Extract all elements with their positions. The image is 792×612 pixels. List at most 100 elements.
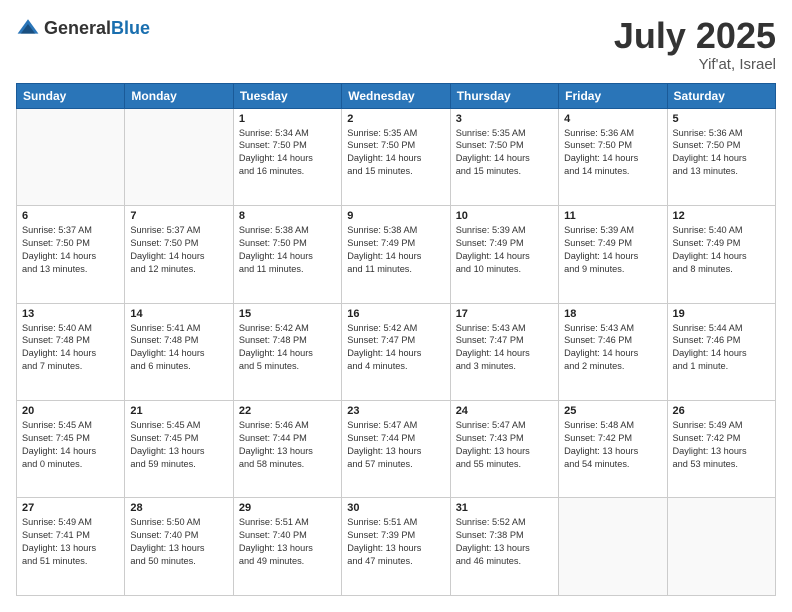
- day-number: 20: [22, 405, 119, 417]
- day-info: Sunrise: 5:40 AMSunset: 7:49 PMDaylight:…: [673, 224, 770, 276]
- day-number: 28: [130, 502, 227, 514]
- day-info: Sunrise: 5:37 AMSunset: 7:50 PMDaylight:…: [130, 224, 227, 276]
- day-number: 15: [239, 308, 336, 320]
- table-row: 27 Sunrise: 5:49 AMSunset: 7:41 PMDayligh…: [17, 498, 125, 596]
- table-row: 12 Sunrise: 5:40 AMSunset: 7:49 PMDayligh…: [667, 206, 775, 303]
- day-info: Sunrise: 5:44 AMSunset: 7:46 PMDaylight:…: [673, 322, 770, 374]
- day-info: Sunrise: 5:45 AMSunset: 7:45 PMDaylight:…: [130, 419, 227, 471]
- day-number: 29: [239, 502, 336, 514]
- table-row: 21 Sunrise: 5:45 AMSunset: 7:45 PMDayligh…: [125, 401, 233, 498]
- table-row: 13Sunrise: 5:40 AMSunset: 7:48 PMDayligh…: [17, 303, 125, 400]
- month-title: July 2025: [614, 16, 776, 56]
- calendar-week-2: 6Sunrise: 5:37 AMSunset: 7:50 PMDaylight…: [17, 206, 776, 303]
- day-info: Sunrise: 5:51 AMSunset: 7:39 PMDaylight:…: [347, 516, 444, 568]
- day-number: 30: [347, 502, 444, 514]
- table-row: 1 Sunrise: 5:34 AMSunset: 7:50 PMDaylight…: [233, 108, 341, 205]
- header: GeneralBlue July 2025 Yif'at, Israel: [16, 16, 776, 73]
- day-number: 14: [130, 308, 227, 320]
- day-info: Sunrise: 5:51 AMSunset: 7:40 PMDaylight:…: [239, 516, 336, 568]
- day-info: Sunrise: 5:36 AMSunset: 7:50 PMDaylight:…: [673, 127, 770, 179]
- day-info: Sunrise: 5:47 AMSunset: 7:44 PMDaylight:…: [347, 419, 444, 471]
- table-row: 7Sunrise: 5:37 AMSunset: 7:50 PMDaylight…: [125, 206, 233, 303]
- day-number: 10: [456, 210, 553, 222]
- day-info: Sunrise: 5:52 AMSunset: 7:38 PMDaylight:…: [456, 516, 553, 568]
- day-info: Sunrise: 5:42 AMSunset: 7:48 PMDaylight:…: [239, 322, 336, 374]
- day-info: Sunrise: 5:39 AMSunset: 7:49 PMDaylight:…: [564, 224, 661, 276]
- table-row: 14 Sunrise: 5:41 AMSunset: 7:48 PMDayligh…: [125, 303, 233, 400]
- day-number: 19: [673, 308, 770, 320]
- table-row: 24 Sunrise: 5:47 AMSunset: 7:43 PMDayligh…: [450, 401, 558, 498]
- logo-icon: [16, 16, 40, 40]
- table-row: 2 Sunrise: 5:35 AMSunset: 7:50 PMDaylight…: [342, 108, 450, 205]
- day-number: 25: [564, 405, 661, 417]
- day-number: 5: [673, 113, 770, 125]
- calendar-week-5: 27 Sunrise: 5:49 AMSunset: 7:41 PMDayligh…: [17, 498, 776, 596]
- table-row: 28Sunrise: 5:50 AMSunset: 7:40 PMDayligh…: [125, 498, 233, 596]
- logo-blue: Blue: [111, 18, 150, 38]
- col-saturday: Saturday: [667, 83, 775, 108]
- table-row: [667, 498, 775, 596]
- day-info: Sunrise: 5:43 AMSunset: 7:47 PMDaylight:…: [456, 322, 553, 374]
- table-row: 16Sunrise: 5:42 AMSunset: 7:47 PMDayligh…: [342, 303, 450, 400]
- table-row: [125, 108, 233, 205]
- table-row: 17 Sunrise: 5:43 AMSunset: 7:47 PMDayligh…: [450, 303, 558, 400]
- day-info: Sunrise: 5:49 AMSunset: 7:42 PMDaylight:…: [673, 419, 770, 471]
- table-row: 4 Sunrise: 5:36 AMSunset: 7:50 PMDaylight…: [559, 108, 667, 205]
- day-number: 31: [456, 502, 553, 514]
- day-number: 8: [239, 210, 336, 222]
- day-info: Sunrise: 5:47 AMSunset: 7:43 PMDaylight:…: [456, 419, 553, 471]
- table-row: 8 Sunrise: 5:38 AMSunset: 7:50 PMDaylight…: [233, 206, 341, 303]
- table-row: 11Sunrise: 5:39 AMSunset: 7:49 PMDayligh…: [559, 206, 667, 303]
- day-info: Sunrise: 5:41 AMSunset: 7:48 PMDaylight:…: [130, 322, 227, 374]
- day-info: Sunrise: 5:39 AMSunset: 7:49 PMDaylight:…: [456, 224, 553, 276]
- day-number: 3: [456, 113, 553, 125]
- day-info: Sunrise: 5:38 AMSunset: 7:50 PMDaylight:…: [239, 224, 336, 276]
- title-block: July 2025 Yif'at, Israel: [614, 16, 776, 73]
- table-row: 3Sunrise: 5:35 AMSunset: 7:50 PMDaylight…: [450, 108, 558, 205]
- day-info: Sunrise: 5:46 AMSunset: 7:44 PMDaylight:…: [239, 419, 336, 471]
- table-row: 23Sunrise: 5:47 AMSunset: 7:44 PMDayligh…: [342, 401, 450, 498]
- day-number: 21: [130, 405, 227, 417]
- day-number: 22: [239, 405, 336, 417]
- table-row: [17, 108, 125, 205]
- table-row: 31 Sunrise: 5:52 AMSunset: 7:38 PMDayligh…: [450, 498, 558, 596]
- day-number: 18: [564, 308, 661, 320]
- day-number: 16: [347, 308, 444, 320]
- col-thursday: Thursday: [450, 83, 558, 108]
- day-number: 26: [673, 405, 770, 417]
- day-info: Sunrise: 5:36 AMSunset: 7:50 PMDaylight:…: [564, 127, 661, 179]
- day-number: 24: [456, 405, 553, 417]
- day-info: Sunrise: 5:43 AMSunset: 7:46 PMDaylight:…: [564, 322, 661, 374]
- table-row: 9Sunrise: 5:38 AMSunset: 7:49 PMDaylight…: [342, 206, 450, 303]
- day-info: Sunrise: 5:37 AMSunset: 7:50 PMDaylight:…: [22, 224, 119, 276]
- day-info: Sunrise: 5:49 AMSunset: 7:41 PMDaylight:…: [22, 516, 119, 568]
- day-number: 27: [22, 502, 119, 514]
- table-row: 5 Sunrise: 5:36 AMSunset: 7:50 PMDaylight…: [667, 108, 775, 205]
- day-number: 1: [239, 113, 336, 125]
- day-info: Sunrise: 5:34 AMSunset: 7:50 PMDaylight:…: [239, 127, 336, 179]
- day-number: 12: [673, 210, 770, 222]
- day-info: Sunrise: 5:35 AMSunset: 7:50 PMDaylight:…: [347, 127, 444, 179]
- table-row: 18 Sunrise: 5:43 AMSunset: 7:46 PMDayligh…: [559, 303, 667, 400]
- logo-text: GeneralBlue: [44, 18, 150, 39]
- table-row: 22 Sunrise: 5:46 AMSunset: 7:44 PMDayligh…: [233, 401, 341, 498]
- table-row: 15 Sunrise: 5:42 AMSunset: 7:48 PMDayligh…: [233, 303, 341, 400]
- day-number: 17: [456, 308, 553, 320]
- day-info: Sunrise: 5:40 AMSunset: 7:48 PMDaylight:…: [22, 322, 119, 374]
- day-number: 2: [347, 113, 444, 125]
- calendar-header-row: Sunday Monday Tuesday Wednesday Thursday…: [17, 83, 776, 108]
- calendar-week-3: 13Sunrise: 5:40 AMSunset: 7:48 PMDayligh…: [17, 303, 776, 400]
- calendar-table: Sunday Monday Tuesday Wednesday Thursday…: [16, 83, 776, 596]
- col-wednesday: Wednesday: [342, 83, 450, 108]
- table-row: 26 Sunrise: 5:49 AMSunset: 7:42 PMDayligh…: [667, 401, 775, 498]
- day-number: 4: [564, 113, 661, 125]
- table-row: 20 Sunrise: 5:45 AMSunset: 7:45 PMDayligh…: [17, 401, 125, 498]
- table-row: 29 Sunrise: 5:51 AMSunset: 7:40 PMDayligh…: [233, 498, 341, 596]
- col-sunday: Sunday: [17, 83, 125, 108]
- page: GeneralBlue July 2025 Yif'at, Israel Sun…: [0, 0, 792, 612]
- col-tuesday: Tuesday: [233, 83, 341, 108]
- table-row: 30 Sunrise: 5:51 AMSunset: 7:39 PMDayligh…: [342, 498, 450, 596]
- logo-general: General: [44, 18, 111, 38]
- day-info: Sunrise: 5:45 AMSunset: 7:45 PMDaylight:…: [22, 419, 119, 471]
- day-info: Sunrise: 5:48 AMSunset: 7:42 PMDaylight:…: [564, 419, 661, 471]
